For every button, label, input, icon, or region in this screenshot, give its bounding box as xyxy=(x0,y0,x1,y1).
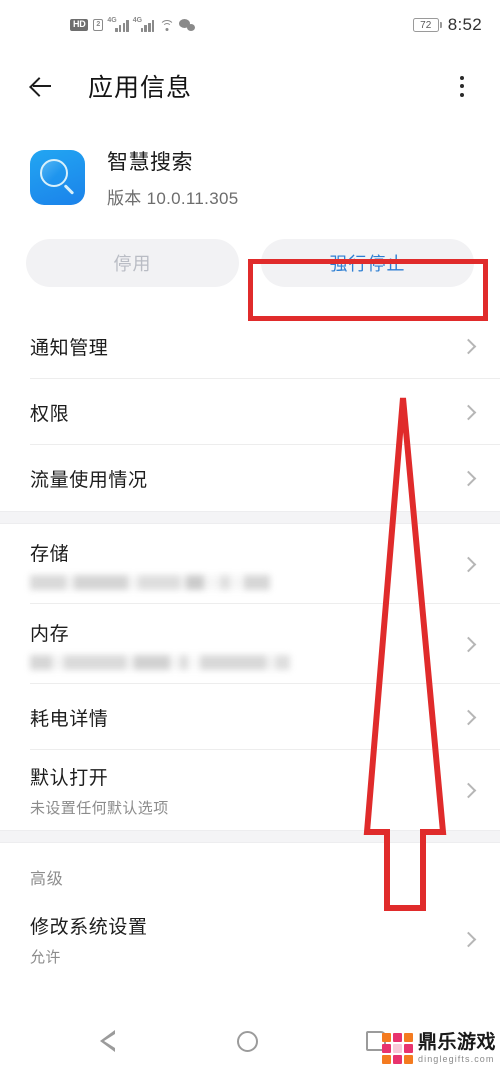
list-item-label: 内存 xyxy=(30,623,70,645)
watermark-text: 鼎乐游戏 dinglegifts.com xyxy=(418,1033,496,1064)
list-item-battery-usage[interactable]: 耗电详情 xyxy=(0,684,500,750)
app-summary: 智慧搜索 版本 10.0.11.305 xyxy=(0,122,500,227)
overflow-menu-icon[interactable] xyxy=(450,71,474,101)
watermark: 鼎乐游戏 dinglegifts.com xyxy=(381,1033,496,1064)
force-stop-button[interactable]: 强行停止 xyxy=(261,239,474,287)
sim-icon: 2 xyxy=(93,19,104,31)
watermark-logo-icon xyxy=(381,1033,413,1064)
action-buttons: 停用 强行停止 xyxy=(0,227,500,313)
battery-icon: 72 xyxy=(412,18,442,32)
list-item-sublabel: 允许 xyxy=(30,948,61,966)
watermark-name-en: dinglegifts.com xyxy=(417,1054,495,1064)
wechat-icon xyxy=(179,19,196,31)
redacted-value xyxy=(30,654,290,670)
signal-icon-2: 4G xyxy=(132,16,155,32)
search-app-icon xyxy=(30,150,85,205)
list-item-modify-system-settings[interactable]: 修改系统设置 允许 xyxy=(0,899,500,979)
chevron-right-icon xyxy=(460,709,477,725)
chevron-right-icon xyxy=(460,931,477,947)
list-item-storage[interactable]: 存储 xyxy=(0,524,500,604)
wifi-icon xyxy=(159,19,175,31)
watermark-name-cn: 鼎乐游戏 xyxy=(417,1032,496,1053)
list-item-label: 修改系统设置 xyxy=(30,916,148,938)
status-bar-right-icons: 72 8:52 xyxy=(412,15,482,35)
app-bar: 应用信息 xyxy=(0,50,500,122)
list-item-memory[interactable]: 内存 xyxy=(0,604,500,684)
list-item-label: 默认打开 xyxy=(30,767,109,789)
list-item-permissions[interactable]: 权限 xyxy=(0,379,500,445)
app-meta: 智慧搜索 版本 10.0.11.305 xyxy=(107,146,238,209)
nav-home-icon[interactable] xyxy=(237,1030,259,1052)
chevron-right-icon xyxy=(460,470,477,486)
chevron-right-icon xyxy=(460,556,477,572)
page-title: 应用信息 xyxy=(88,74,193,102)
back-arrow-icon[interactable] xyxy=(26,71,56,101)
network-type-label-2: 4G xyxy=(132,16,143,24)
app-name: 智慧搜索 xyxy=(107,151,193,174)
list-item-open-by-default[interactable]: 默认打开 未设置任何默认选项 xyxy=(0,750,500,830)
list-item-sublabel: 未设置任何默认选项 xyxy=(30,799,169,817)
chevron-right-icon xyxy=(460,636,477,652)
chevron-right-icon xyxy=(460,338,477,354)
disable-button[interactable]: 停用 xyxy=(26,239,239,287)
settings-group-1: 通知管理 权限 流量使用情况 xyxy=(0,313,500,511)
redacted-value xyxy=(30,574,270,590)
list-item-notification-management[interactable]: 通知管理 xyxy=(0,313,500,379)
list-item-label: 流量使用情况 xyxy=(30,469,148,491)
list-item-label: 存储 xyxy=(30,543,70,565)
list-item-label: 耗电详情 xyxy=(30,708,109,730)
status-bar: HD 2 4G 4G 72 8:52 xyxy=(0,0,500,50)
chevron-right-icon xyxy=(460,404,477,420)
list-item-label: 权限 xyxy=(30,403,70,425)
hd-icon: HD xyxy=(70,19,89,31)
nav-back-icon[interactable] xyxy=(99,1030,130,1052)
signal-bars-1 xyxy=(115,20,129,32)
group-separator xyxy=(0,830,500,843)
app-version: 版本 10.0.11.305 xyxy=(107,189,239,208)
status-bar-left-icons: HD 2 4G 4G xyxy=(70,16,196,32)
list-item-data-usage[interactable]: 流量使用情况 xyxy=(0,445,500,511)
network-type-label-1: 4G xyxy=(107,16,117,24)
settings-group-advanced: 高级 修改系统设置 允许 xyxy=(0,843,500,979)
section-header-advanced: 高级 xyxy=(30,871,64,888)
settings-group-2: 存储 内存 耗电详情 默认打开 未设置任何默认选项 xyxy=(0,524,500,830)
list-item-label: 通知管理 xyxy=(30,337,109,359)
chevron-right-icon xyxy=(460,782,477,798)
clock: 8:52 xyxy=(447,15,482,34)
signal-bars-2 xyxy=(140,20,155,32)
signal-icon-1: 4G xyxy=(107,16,129,32)
battery-level-label: 72 xyxy=(412,18,439,32)
group-separator xyxy=(0,511,500,524)
